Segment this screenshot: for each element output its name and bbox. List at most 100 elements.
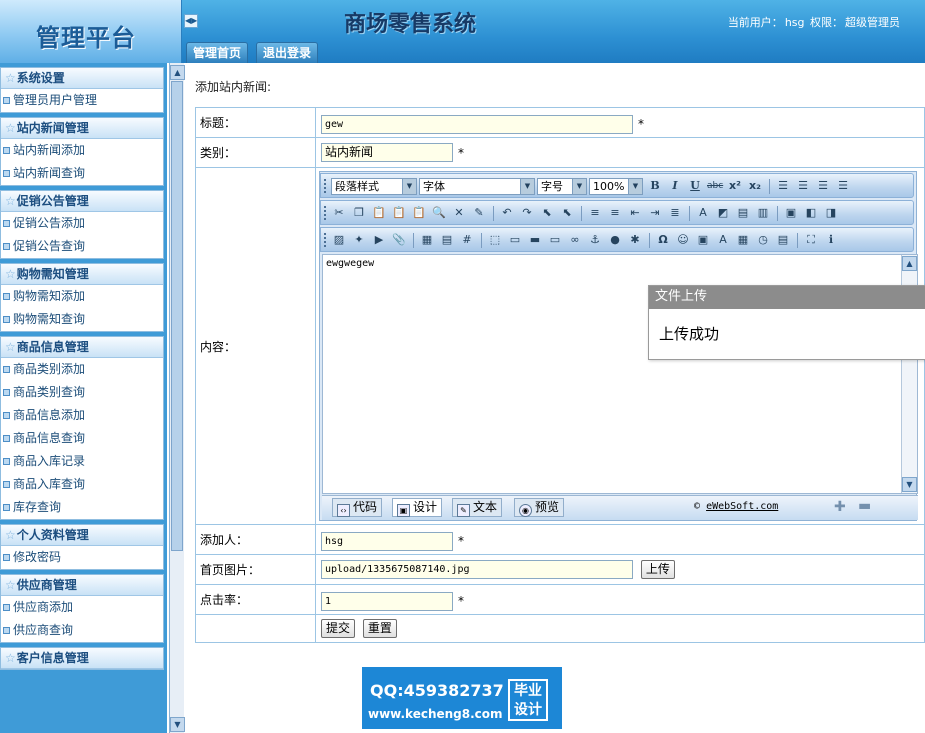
submit-button[interactable]: 提交 [321,619,356,638]
image-path-input[interactable]: upload/1335675087140.jpg [321,560,633,579]
sidebar-item-supplier-query[interactable]: 供应商查询 [1,619,163,642]
select-all-icon[interactable]: ⬉ [539,205,555,221]
italic-icon[interactable]: I [667,178,683,194]
indent-icon[interactable]: ⇥ [647,205,663,221]
upload-button[interactable]: 上传 [640,560,675,579]
dialog-title[interactable]: 文件上传 [649,286,925,309]
sidebar-item-inventory-query[interactable]: 库存查询 [1,496,163,519]
unlink-icon[interactable]: ✱ [627,232,643,248]
font-size-select[interactable]: 字号 ▼ [537,178,587,195]
mode-tab-text[interactable]: ✎ 文本 [452,498,503,517]
anchor-icon[interactable]: ⚓ [587,232,603,248]
copyright-link[interactable]: eWebSoft.com [706,501,778,512]
about-icon[interactable]: ℹ [823,232,839,248]
iframe-icon[interactable]: ▭ [507,232,523,248]
sidebar-item-stock-in-query[interactable]: 商品入库查询 [1,473,163,496]
unordered-list-icon[interactable]: ≡ [607,205,623,221]
print-icon[interactable]: ▤ [775,232,791,248]
tab-logout[interactable]: 退出登录 [256,42,319,63]
copy-icon[interactable]: ❐ [351,205,367,221]
plus-icon[interactable]: ✚ [834,499,846,515]
menu-head-promo[interactable]: ☆促销公告管理 [1,191,163,212]
mode-tab-code[interactable]: ‹› 代码 [332,498,383,517]
form-icon[interactable]: ▣ [695,232,711,248]
sidebar-scroll-thumb[interactable] [171,81,183,551]
bold-icon[interactable]: B [647,178,663,194]
sidebar-item-category-add[interactable]: 商品类别添加 [1,358,163,381]
table-icon[interactable]: ▦ [419,232,435,248]
sidebar-item-category-query[interactable]: 商品类别查询 [1,381,163,404]
find-icon[interactable]: 🔍 [431,205,447,221]
layer-forward-icon[interactable]: ◧ [803,205,819,221]
menu-head-shopping-notice[interactable]: ☆购物需知管理 [1,264,163,285]
maximize-icon[interactable]: ⛶ [803,232,819,248]
special-char-icon[interactable]: Ω [655,232,671,248]
layer-icon[interactable]: ▣ [783,205,799,221]
align-right-icon[interactable]: ☰ [815,178,831,194]
link-icon[interactable]: ∞ [567,232,583,248]
deselect-icon[interactable]: ⬉ [559,205,575,221]
flash-icon[interactable]: ✦ [351,232,367,248]
date-icon[interactable]: ▦ [735,232,751,248]
style-icon[interactable]: ▥ [755,205,771,221]
zoom-select[interactable]: 100% ▼ [589,178,643,195]
mode-tab-preview[interactable]: ◉ 预览 [514,498,565,517]
align-justify-icon[interactable]: ☰ [835,178,851,194]
grid-icon[interactable]: # [459,232,475,248]
sidebar-item-goods-add[interactable]: 商品信息添加 [1,404,163,427]
underline-icon[interactable]: U [687,178,703,194]
format-icon[interactable]: ▤ [735,205,751,221]
category-input[interactable]: 站内新闻 [321,143,453,162]
sidebar-item-news-query[interactable]: 站内新闻查询 [1,162,163,185]
marquee-icon[interactable]: ▭ [547,232,563,248]
fieldset-icon[interactable]: ⬚ [487,232,503,248]
align-center-icon[interactable]: ☰ [795,178,811,194]
time-icon[interactable]: ◷ [755,232,771,248]
menu-head-goods[interactable]: ☆商品信息管理 [1,337,163,358]
menu-head-profile[interactable]: ☆个人资料管理 [1,525,163,546]
minus-icon[interactable]: ▬ [858,498,871,514]
scroll-up-icon[interactable]: ▲ [902,256,917,271]
sidebar-item-admin-users[interactable]: 管理员用户管理 [1,89,163,112]
sidebar-scrollbar[interactable]: ▲ ▼ [169,63,185,733]
table-props-icon[interactable]: ▤ [439,232,455,248]
paragraph-icon[interactable]: ≣ [667,205,683,221]
paste-icon[interactable]: 📋 [371,205,387,221]
background-color-icon[interactable]: ◩ [715,205,731,221]
map-icon[interactable]: ● [607,232,623,248]
emoticon-icon[interactable]: ☺ [675,232,691,248]
scroll-up-icon[interactable]: ▲ [170,65,185,80]
paste-word-icon[interactable]: 📋 [411,205,427,221]
menu-head-customer[interactable]: ☆客户信息管理 [1,648,163,669]
tab-admin-home[interactable]: 管理首页 [186,42,249,63]
clicks-input[interactable]: 1 [321,591,453,611]
sidebar-item-promo-query[interactable]: 促销公告查询 [1,235,163,258]
title-input[interactable]: gew [321,114,633,134]
media-icon[interactable]: ▶ [371,232,387,248]
sidebar-item-stock-in-record[interactable]: 商品入库记录 [1,450,163,473]
delete-icon[interactable]: ✕ [451,205,467,221]
menu-head-system[interactable]: ☆系统设置 [1,68,163,89]
ordered-list-icon[interactable]: ≡ [587,205,603,221]
sidebar-item-notice-add[interactable]: 购物需知添加 [1,285,163,308]
sidebar-item-promo-add[interactable]: 促销公告添加 [1,212,163,235]
author-input[interactable]: hsg [321,531,453,551]
align-left-icon[interactable]: ☰ [775,178,791,194]
reset-button[interactable]: 重置 [362,619,397,638]
sidebar-item-goods-query[interactable]: 商品信息查询 [1,427,163,450]
superscript-icon[interactable]: x² [727,178,743,194]
paragraph-style-select[interactable]: 段落样式 ▼ [331,178,417,195]
image-icon[interactable]: ▨ [331,232,347,248]
clean-format-icon[interactable]: ✎ [471,205,487,221]
text-color-icon[interactable]: A [695,205,711,221]
outdent-icon[interactable]: ⇤ [627,205,643,221]
menu-head-supplier[interactable]: ☆供应商管理 [1,575,163,596]
horizontal-rule-icon[interactable]: ▬ [527,232,543,248]
mode-tab-design[interactable]: ▣ 设计 [392,498,443,517]
collapse-sidebar-icon[interactable]: ◀▶ [184,14,198,28]
sidebar-item-news-add[interactable]: 站内新闻添加 [1,139,163,162]
font-select[interactable]: 字体 ▼ [419,178,535,195]
subscript-icon[interactable]: x₂ [747,178,763,194]
sidebar-item-supplier-add[interactable]: 供应商添加 [1,596,163,619]
cut-icon[interactable]: ✂ [331,205,347,221]
